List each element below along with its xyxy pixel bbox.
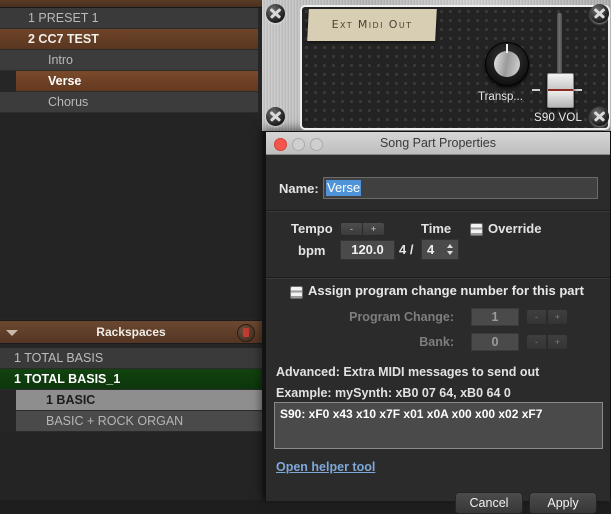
program-change-decrement-button[interactable]: - [526,309,547,325]
name-row: Name: Verse [266,177,610,203]
transpose-knob-label: Transp... [478,91,523,103]
midi-messages-textarea[interactable]: S90: xF0 x43 x10 x7F x01 x0A x00 x00 x02… [274,402,603,449]
name-input-value: Verse [326,180,362,196]
time-signature-numerator: 4 / [399,242,414,257]
transpose-knob[interactable] [485,42,529,86]
program-change-increment-button[interactable]: + [547,309,568,325]
fader-tick-icon [532,89,540,91]
screw-icon [266,4,285,23]
dialog-titlebar[interactable]: Song Part Properties [266,132,610,155]
open-helper-tool-link[interactable]: Open helper tool [276,460,375,474]
screw-icon [590,4,609,23]
time-signature-label: Time [421,221,452,236]
assign-program-change-label: Assign program change number for this pa… [308,283,584,298]
left-panel: 1 PRESET 1 2 CC7 TEST Intro Verse Chorus… [0,0,262,500]
rack-tape-label-text: Ext Midi Out [331,18,413,31]
maximize-icon[interactable] [310,138,323,151]
cancel-button[interactable]: Cancel [455,492,523,514]
song-parts-list[interactable]: 1 PRESET 1 2 CC7 TEST Intro Verse Chorus [0,8,258,113]
rackspaces-title: Rackspaces [96,325,166,339]
list-item[interactable]: 1 PRESET 1 [0,8,258,29]
list-item[interactable]: Intro [0,50,258,71]
bpm-label: bpm [298,243,326,258]
time-signature-denominator-select[interactable]: 4 [421,239,459,260]
list-item[interactable]: 1 BASIC [16,390,262,411]
rackspaces-empty-area [0,432,262,500]
rackspaces-list[interactable]: 1 TOTAL BASIS 1 TOTAL BASIS_1 1 BASIC BA… [0,348,262,432]
list-item[interactable]: 2 CC7 TEST [0,29,258,50]
bank-decrement-button[interactable]: - [526,334,547,350]
rack-panel: Ext Midi Out Transp... S90 VOL [262,0,611,131]
ext-midi-out-rack-unit: Ext Midi Out Transp... S90 VOL [300,5,610,130]
stepper-arrows-icon[interactable] [447,244,454,256]
screw-icon [266,107,285,126]
song-part-properties-dialog: Song Part Properties Name: Verse Tempo b… [265,131,611,514]
bank-input[interactable]: 0 [471,333,519,351]
apply-button[interactable]: Apply [529,492,597,514]
dialog-body: Name: Verse Tempo bpm - + 120.0 Time 4 /… [266,155,610,514]
tempo-decrement-button[interactable]: - [340,222,363,236]
program-change-input[interactable]: 1 [471,308,519,326]
divider [266,210,610,212]
tempo-value-input[interactable]: 120.0 [340,240,395,260]
close-icon[interactable] [274,138,287,151]
bank-label: Bank: [419,335,454,349]
time-signature-denominator-value: 4 [427,242,435,257]
minimize-icon[interactable] [292,138,305,151]
fader-tick-icon [574,89,582,91]
advanced-heading: Advanced: Extra MIDI messages to send ou… [276,365,540,379]
divider [266,277,610,279]
tempo-label: Tempo [291,221,333,236]
program-change-label: Program Change: [349,310,454,324]
list-item[interactable]: Chorus [0,92,258,113]
rackspaces-header[interactable]: Rackspaces [0,320,262,344]
list-item[interactable]: BASIC + ROCK ORGAN [16,411,262,432]
tempo-time-row: Tempo bpm - + 120.0 Time 4 / 4 Override [266,221,610,267]
override-label: Override [488,221,542,236]
fader-handle[interactable] [547,73,574,108]
override-checkbox[interactable] [470,223,483,236]
list-item[interactable]: 1 TOTAL BASIS_1 [0,369,262,390]
midi-messages-value: S90: xF0 x43 x10 x7F x01 x0A x00 x00 x02… [280,407,543,421]
lock-icon[interactable] [237,324,255,342]
assign-program-change-checkbox[interactable] [290,286,303,299]
knob-pointer-icon [506,44,508,53]
name-label: Name: [279,181,319,196]
tempo-increment-button[interactable]: + [362,222,385,236]
song-parts-empty-area [0,113,262,318]
bank-increment-button[interactable]: + [547,334,568,350]
screw-icon [590,107,609,126]
s90-volume-label: S90 VOL [534,112,583,124]
list-item[interactable]: Verse [16,71,258,92]
name-input[interactable]: Verse [323,177,598,199]
song-parts-top-strip [0,0,262,8]
list-item[interactable]: 1 TOTAL BASIS [0,348,262,369]
rack-tape-label: Ext Midi Out [307,9,437,41]
advanced-example: Example: mySynth: xB0 07 64, xB0 64 0 [276,386,511,400]
